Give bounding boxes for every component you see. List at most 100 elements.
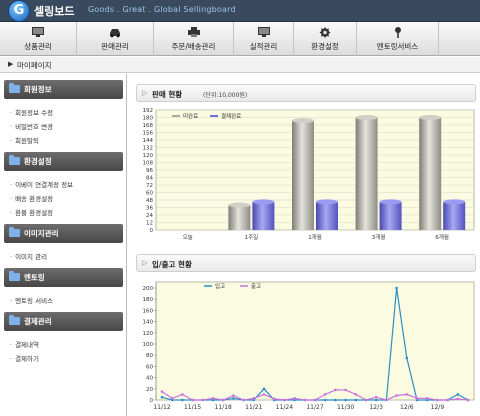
data-point xyxy=(405,356,409,360)
data-point xyxy=(456,393,460,396)
sidebar-item-refund-settings[interactable]: 환불 환경설정 xyxy=(10,207,53,217)
bar-cap xyxy=(228,202,251,208)
data-point xyxy=(466,398,470,402)
bar xyxy=(419,117,442,230)
y-tick-label: 108 xyxy=(143,161,154,167)
sales-unit-note: (단위:10,000원) xyxy=(203,92,248,99)
y-tick-label: 48 xyxy=(146,198,153,204)
menu-performance[interactable]: 실적관리 xyxy=(234,22,294,56)
data-point xyxy=(385,398,388,402)
x-tick-label: 11/30 xyxy=(337,404,354,411)
y-tick-label: 140 xyxy=(143,320,154,326)
bar xyxy=(379,201,402,230)
data-point xyxy=(252,397,256,400)
stock-line-chart: 02040608010012014016018020011/12 11/15 11/… xyxy=(143,281,475,411)
bar xyxy=(252,201,275,230)
x-tick-label: 오늘 xyxy=(183,234,193,241)
x-tick-label: 11/12 xyxy=(153,404,170,411)
legend-label: 출고 xyxy=(251,282,261,290)
sidebar-item-withdraw[interactable]: 회원탈퇴 xyxy=(10,135,39,145)
data-point xyxy=(446,398,449,402)
y-tick-label: 180 xyxy=(143,116,154,122)
bar xyxy=(355,117,378,230)
data-point xyxy=(160,395,164,399)
brand-tagline: Goods . Great . Global Sellingboard xyxy=(88,5,236,14)
data-point xyxy=(436,398,439,402)
breadcrumb-mypage[interactable]: 마이페이지 xyxy=(17,60,52,71)
triangle-right-icon: ▶ xyxy=(8,60,14,68)
sidebar-section-images[interactable]: 이미지관리 xyxy=(4,224,123,243)
sidebar-item-change-password[interactable]: 비밀번호 변경 xyxy=(10,121,53,131)
folder-icon xyxy=(9,155,20,165)
bar-cap xyxy=(316,199,338,205)
menu-label: 주문/배송관리 xyxy=(171,42,216,51)
breadcrumb: ▶ 마이페이지 xyxy=(0,57,480,73)
sidebar-item-image-management[interactable]: 이미지 관리 xyxy=(10,251,47,261)
sales-panel-title: 판매 현황 xyxy=(152,90,183,99)
sales-bar-chart: 012 2436 4860 7284 96108 120132 144156 168180 19… xyxy=(143,108,475,241)
sidebar-item-payment-history[interactable]: 결제내역 xyxy=(10,339,39,349)
x-tick-label: 1주일 xyxy=(245,233,259,241)
brand-name[interactable]: 셀링보드 xyxy=(34,3,74,19)
y-tick-label: 120 xyxy=(143,331,154,337)
bar-cap xyxy=(355,115,378,120)
x-tick-label: 6개월 xyxy=(435,233,449,241)
menu-order-shipping[interactable]: 주문/배송관리 xyxy=(154,22,234,56)
legend-label: 결제완료 xyxy=(221,112,241,120)
data-point xyxy=(160,390,164,393)
sidebar-item-mentoring-service[interactable]: 멘토링 서비스 xyxy=(10,295,53,305)
data-point xyxy=(211,397,215,400)
car-icon xyxy=(110,29,120,38)
folder-icon xyxy=(9,271,20,281)
sidebar: 회원정보 회원정보 수정 비밀번호 변경 회원탈퇴 환경설정 이베이 연결계정 … xyxy=(0,74,127,416)
data-point xyxy=(334,388,337,392)
menu-label: 판매관리 xyxy=(101,42,129,51)
data-point xyxy=(262,393,266,396)
sidebar-item-make-payment[interactable]: 결제하기 xyxy=(10,353,39,363)
data-point xyxy=(232,397,235,400)
menu-mentoring[interactable]: 멘토링서비스 xyxy=(357,22,439,56)
y-tick-label: 36 xyxy=(146,206,153,212)
sidebar-section-mentoring[interactable]: 멘토링 xyxy=(4,268,123,287)
sidebar-section-title: 이미지관리 xyxy=(24,229,59,238)
top-bar: G 셀링보드 Goods . Great . Global Sellingboa… xyxy=(0,0,480,22)
bar-cap xyxy=(252,199,275,205)
data-point xyxy=(191,398,194,402)
y-tick-label: 144 xyxy=(143,138,154,144)
y-tick-label: 60 xyxy=(146,191,153,197)
gear-icon xyxy=(319,27,331,38)
y-tick-label: 200 xyxy=(143,286,154,292)
plot-area xyxy=(155,281,475,401)
y-tick-label: 12 xyxy=(146,221,153,227)
y-tick-label: 168 xyxy=(143,123,154,129)
sidebar-item-edit-member[interactable]: 회원정보 수정 xyxy=(10,107,53,117)
triangle-right-icon: ▷ xyxy=(142,89,148,97)
y-tick-label: 180 xyxy=(143,297,154,303)
y-tick-label: 84 xyxy=(146,176,153,182)
data-point xyxy=(344,398,347,402)
sidebar-item-shipping-settings[interactable]: 배송 환경설정 xyxy=(10,193,53,203)
sidebar-section-member-info[interactable]: 회원정보 xyxy=(4,80,123,99)
menu-label: 상품관리 xyxy=(24,42,52,51)
data-point xyxy=(415,397,419,400)
sidebar-section-payments[interactable]: 결제관리 xyxy=(4,312,123,331)
y-tick-label: 60 xyxy=(146,364,153,370)
logo-icon[interactable]: G xyxy=(8,0,30,22)
monitor-icon xyxy=(257,27,270,37)
y-tick-label: 100 xyxy=(143,342,154,348)
data-point xyxy=(334,398,337,402)
y-tick-label: 192 xyxy=(143,108,154,114)
x-tick-label: 11/15 xyxy=(184,404,201,411)
sidebar-section-settings[interactable]: 환경설정 xyxy=(4,152,123,171)
sidebar-section-title: 멘토링 xyxy=(24,273,45,282)
data-point xyxy=(272,397,276,401)
menu-product-management[interactable]: 상품관리 xyxy=(0,22,77,56)
y-tick-label: 120 xyxy=(143,153,154,159)
legend-label: 미완료 xyxy=(183,112,198,120)
bar xyxy=(228,205,251,230)
bar-cap xyxy=(443,199,466,205)
menu-sales-management[interactable]: 판매관리 xyxy=(77,22,154,56)
menu-settings[interactable]: 환경설정 xyxy=(294,22,357,56)
sidebar-item-ebay-account[interactable]: 이베이 연결계정 정보 xyxy=(10,179,73,189)
bar-cap xyxy=(419,115,442,120)
